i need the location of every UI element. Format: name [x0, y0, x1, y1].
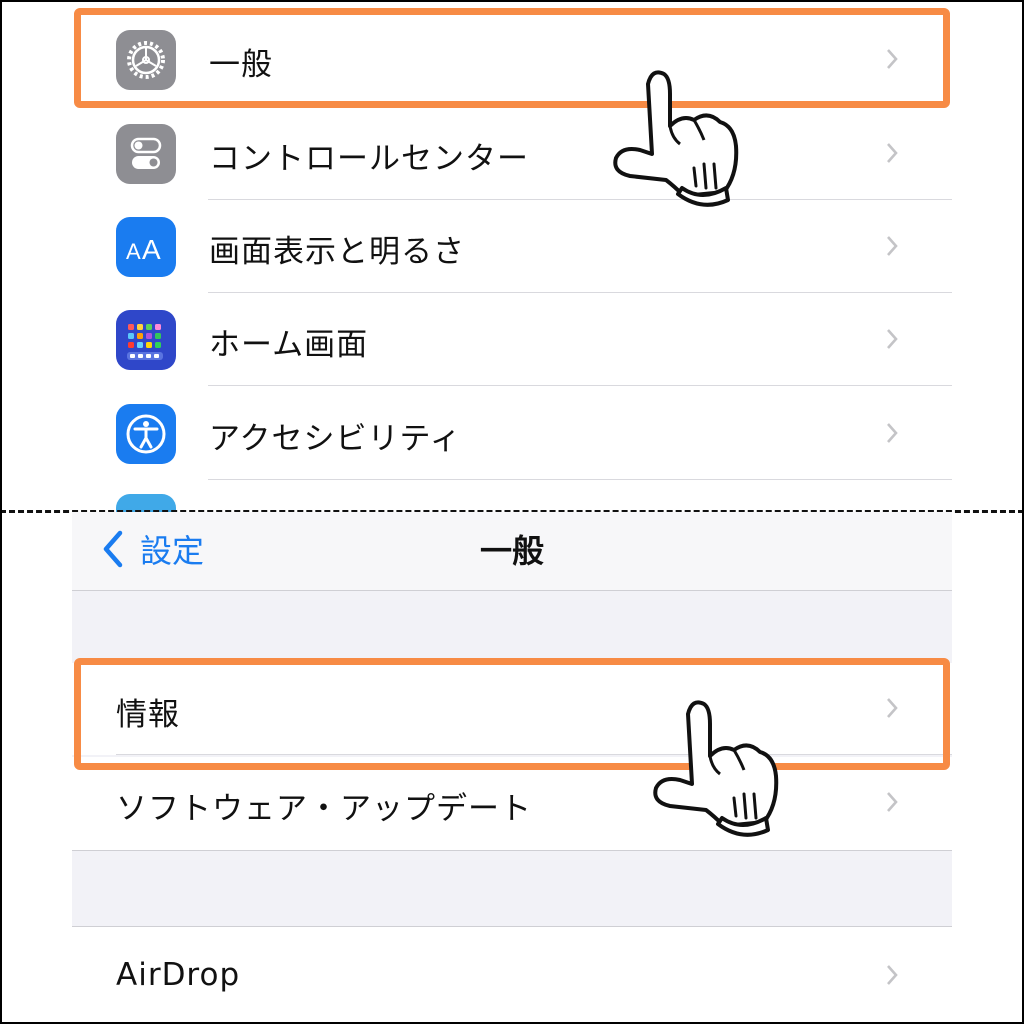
image-border — [0, 0, 1024, 1024]
